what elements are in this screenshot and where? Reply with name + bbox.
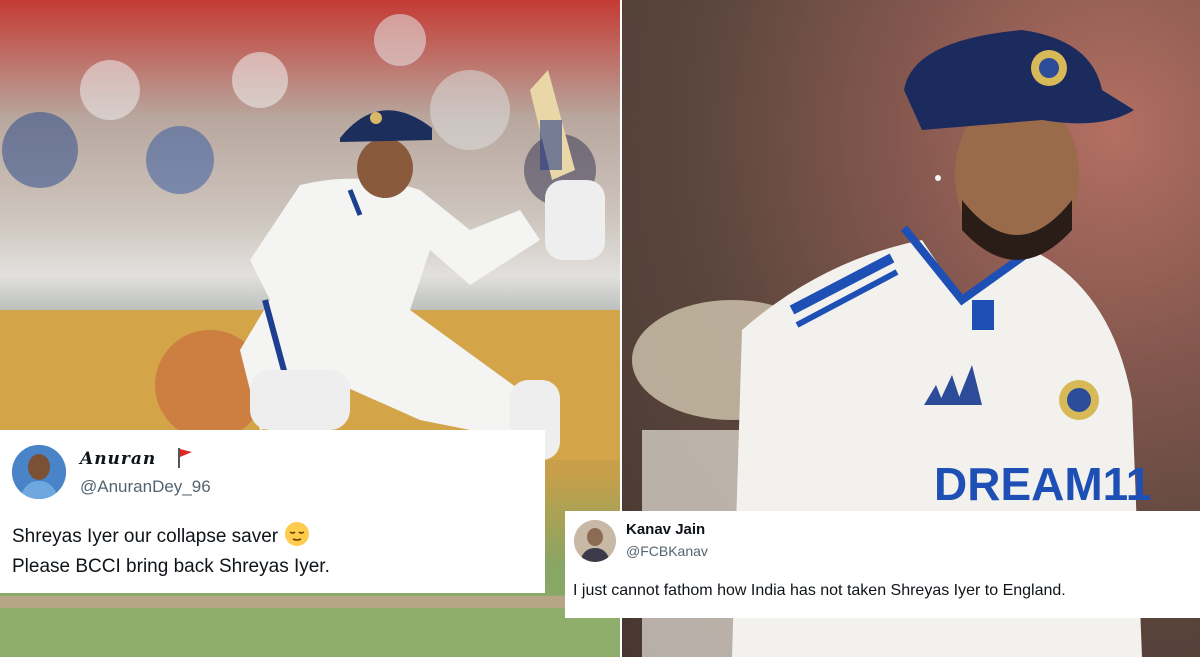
user-display-name[interactable]: Anuran xyxy=(80,449,156,469)
relieved-face-icon xyxy=(285,522,310,546)
jersey-sponsor-text: DREAM11 xyxy=(934,458,1151,510)
tweet-text-line: Please BCCI bring back Shreyas Iyer. xyxy=(12,556,330,577)
avatar-photo-icon xyxy=(574,520,616,562)
red-flag-icon xyxy=(178,448,192,468)
avatar[interactable] xyxy=(12,445,66,499)
avatar[interactable] xyxy=(574,520,616,562)
user-display-name[interactable]: Kanav Jain xyxy=(626,521,705,538)
user-handle[interactable]: @FCBKanav xyxy=(626,543,708,559)
tweet-card[interactable]: Anuran @AnuranDey_96 Shreyas Iyer our co… xyxy=(0,430,545,593)
tweet-card[interactable]: Kanav Jain @FCBKanav I just cannot fatho… xyxy=(565,511,1200,618)
tweet-text: I just cannot fathom how India has not t… xyxy=(573,582,1066,599)
tweet-text-line: Shreyas Iyer our collapse saver xyxy=(12,521,310,551)
avatar-photo-icon xyxy=(12,445,66,499)
user-handle[interactable]: @AnuranDey_96 xyxy=(80,477,211,497)
